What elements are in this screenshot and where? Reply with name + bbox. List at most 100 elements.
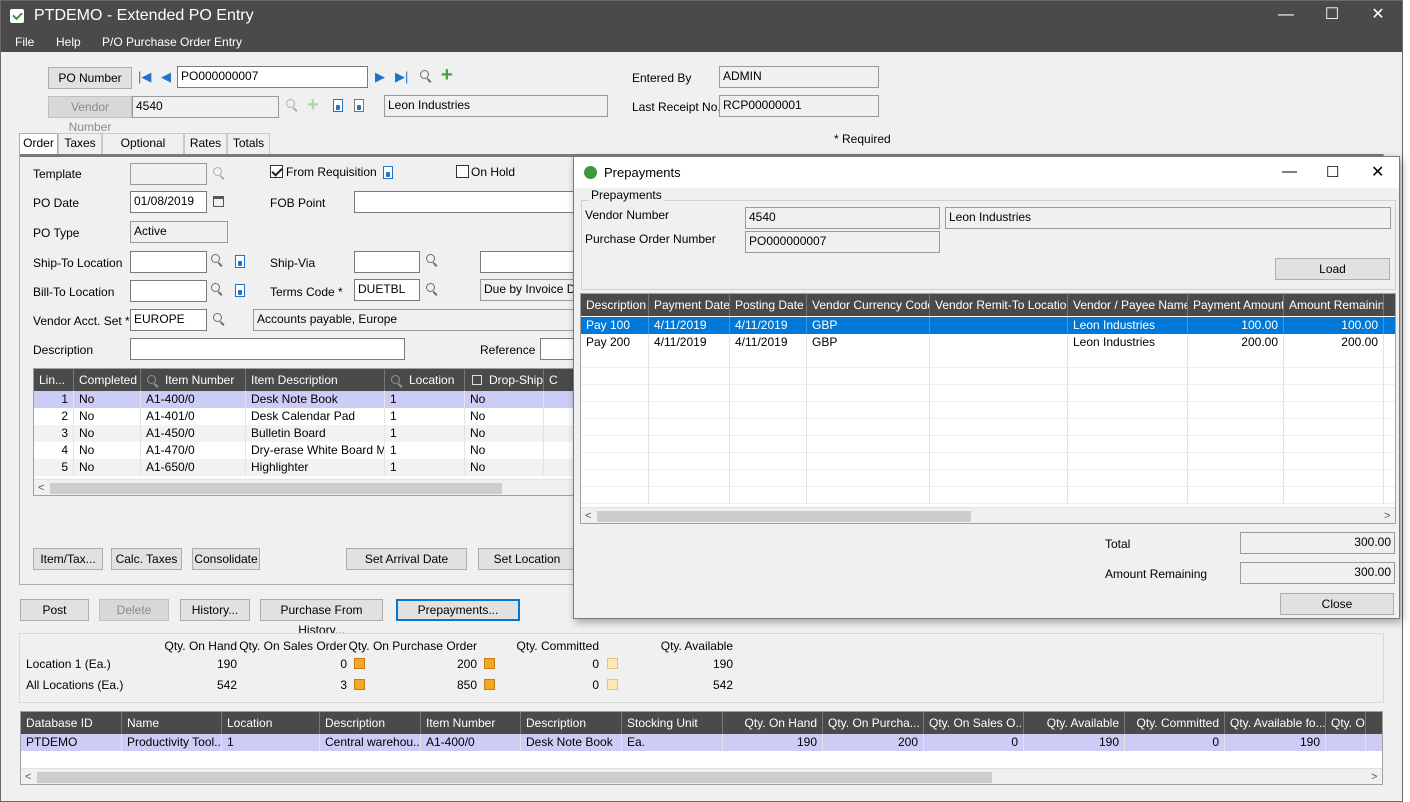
ship-via-input[interactable] [354, 251, 420, 273]
prepayment-col-header[interactable]: Vendor / Payee Name [1068, 294, 1188, 316]
db-col-header[interactable]: Qty. On Han [1326, 712, 1366, 734]
bill-to-info-icon[interactable] [235, 284, 245, 297]
from-requisition-checkbox[interactable] [270, 165, 283, 178]
new-po-icon[interactable]: + [441, 65, 453, 85]
po-date-input[interactable]: 01/08/2019 [130, 191, 207, 213]
edit-icon[interactable] [354, 658, 365, 669]
vendor-info-icon[interactable] [333, 99, 343, 112]
prepayment-col-header[interactable]: Vendor Remit-To Location [930, 294, 1068, 316]
db-col-header[interactable]: Description [521, 712, 622, 734]
po-line-row[interactable]: 1 No A1-400/0 Desk Note Book 1 No [34, 391, 583, 408]
on-hold-checkbox[interactable] [456, 165, 469, 178]
po-line-row[interactable]: 2 No A1-401/0 Desk Calendar Pad 1 No [34, 408, 583, 425]
scroll-thumb[interactable] [50, 483, 502, 494]
db-col-header[interactable]: Qty. On Hand [723, 712, 823, 734]
tab-totals[interactable]: Totals [227, 133, 270, 154]
edit-icon[interactable] [607, 658, 618, 669]
minimize-button[interactable]: — [1271, 5, 1301, 25]
edit-icon[interactable] [484, 679, 495, 690]
db-scroll-left-icon[interactable]: < [25, 770, 31, 784]
calendar-icon[interactable] [213, 196, 224, 207]
dialog-close-button[interactable]: Close [1280, 593, 1394, 615]
template-input[interactable] [130, 163, 207, 185]
pp-scroll-right-icon[interactable]: > [1384, 509, 1390, 523]
edit-icon[interactable] [354, 679, 365, 690]
menu-help[interactable]: Help [56, 35, 81, 49]
database-grid-scrollbar[interactable]: < > [21, 768, 1382, 784]
scroll-left-icon[interactable]: < [38, 481, 44, 495]
col-line[interactable]: Lin... [34, 369, 74, 391]
prepayment-col-header[interactable]: Amount Remaining [1284, 294, 1384, 316]
fob-point-input[interactable] [354, 191, 584, 213]
tab-optional-fields[interactable]: Optional Fields [102, 133, 184, 169]
db-col-header[interactable]: Location [222, 712, 320, 734]
prepayment-col-header[interactable]: Payment Amount [1188, 294, 1284, 316]
requisition-info-icon[interactable] [383, 166, 393, 179]
dialog-close-icon[interactable]: ✕ [1371, 162, 1384, 182]
pp-scroll-left-icon[interactable]: < [585, 509, 591, 523]
load-button[interactable]: Load [1275, 258, 1390, 280]
db-col-header[interactable]: Qty. On Purcha... [823, 712, 924, 734]
db-scroll-thumb[interactable] [37, 772, 992, 783]
set-arrival-date-button[interactable]: Set Arrival Date [346, 548, 467, 570]
dialog-maximize-button[interactable]: ☐ [1326, 163, 1339, 181]
prepayment-col-header[interactable]: Description [581, 294, 649, 316]
tab-taxes[interactable]: Taxes [58, 133, 102, 154]
history-button[interactable]: History... [180, 599, 250, 621]
db-col-header[interactable]: Name [122, 712, 222, 734]
db-col-header[interactable]: Item Number [421, 712, 521, 734]
po-line-row[interactable]: 5 No A1-650/0 Highlighter 1 No [34, 459, 583, 476]
vendor-search-icon[interactable] [286, 99, 298, 111]
db-col-header[interactable]: Qty. Available fo... [1225, 712, 1326, 734]
col-completed[interactable]: Completed [74, 369, 141, 391]
item-search-icon[interactable] [147, 375, 159, 387]
po-line-row[interactable]: 3 No A1-450/0 Bulletin Board 1 No [34, 425, 583, 442]
edit-icon[interactable] [607, 679, 618, 690]
po-lines-scrollbar[interactable]: < [34, 479, 583, 495]
po-search-icon[interactable] [420, 70, 432, 82]
db-col-header[interactable]: Description [320, 712, 421, 734]
description-input[interactable] [130, 338, 405, 360]
dialog-minimize-button[interactable]: — [1282, 163, 1297, 180]
post-button[interactable]: Post [20, 599, 89, 621]
maximize-button[interactable]: ☐ [1317, 5, 1347, 25]
delete-button[interactable]: Delete [99, 599, 169, 621]
menu-file[interactable]: File [15, 35, 34, 49]
item-tax-button[interactable]: Item/Tax... [33, 548, 103, 570]
acct-set-search-icon[interactable] [213, 313, 225, 325]
db-scroll-right-icon[interactable]: > [1371, 770, 1377, 784]
db-col-header[interactable]: Qty. On Sales O... [924, 712, 1024, 734]
vendor-number-button[interactable]: Vendor Number [48, 96, 132, 134]
set-location-button[interactable]: Set Location [478, 548, 576, 570]
vendor-number-input[interactable]: 4540 [132, 96, 279, 118]
first-record-icon[interactable]: |◀ [138, 70, 151, 84]
prepayment-col-header[interactable]: Posting Date [730, 294, 807, 316]
ship-to-search-icon[interactable] [211, 254, 223, 266]
po-line-row[interactable]: 4 No A1-470/0 Dry-erase White Board M... 1 No [34, 442, 583, 459]
tab-rates[interactable]: Rates [184, 133, 227, 154]
next-record-icon[interactable]: ▶ [375, 70, 385, 84]
db-col-header[interactable]: Stocking Unit [622, 712, 723, 734]
db-row[interactable]: PTDEMO Productivity Tool... 1 Central wareh… [21, 734, 1382, 751]
prepayment-row[interactable]: Pay 200 4/11/2019 4/11/2019 GBP Leon Industr… [581, 334, 1395, 351]
prepayment-col-header[interactable]: Vendor Currency Code [807, 294, 930, 316]
new-vendor-icon[interactable]: + [307, 95, 319, 115]
ship-to-input[interactable] [130, 251, 207, 273]
terms-search-icon[interactable] [426, 283, 438, 295]
menu-po-entry[interactable]: P/O Purchase Order Entry [102, 35, 242, 49]
vendor-view-icon[interactable] [354, 99, 364, 112]
ship-via-search-icon[interactable] [426, 254, 438, 266]
ship-to-info-icon[interactable] [235, 255, 245, 268]
db-col-header[interactable]: Qty. Committed [1125, 712, 1225, 734]
po-type-select[interactable]: Active [130, 221, 228, 243]
prepayment-col-header[interactable]: Payment Date [649, 294, 730, 316]
pp-scroll-thumb[interactable] [597, 511, 971, 522]
po-number-button[interactable]: PO Number [48, 67, 132, 89]
terms-code-input[interactable]: DUETBL [354, 279, 420, 301]
db-col-header[interactable]: Database ID [21, 712, 122, 734]
bill-to-input[interactable] [130, 280, 207, 302]
prepayments-scrollbar[interactable]: < > [581, 507, 1395, 523]
bill-to-search-icon[interactable] [211, 283, 223, 295]
template-search-icon[interactable] [213, 167, 225, 179]
edit-icon[interactable] [484, 658, 495, 669]
